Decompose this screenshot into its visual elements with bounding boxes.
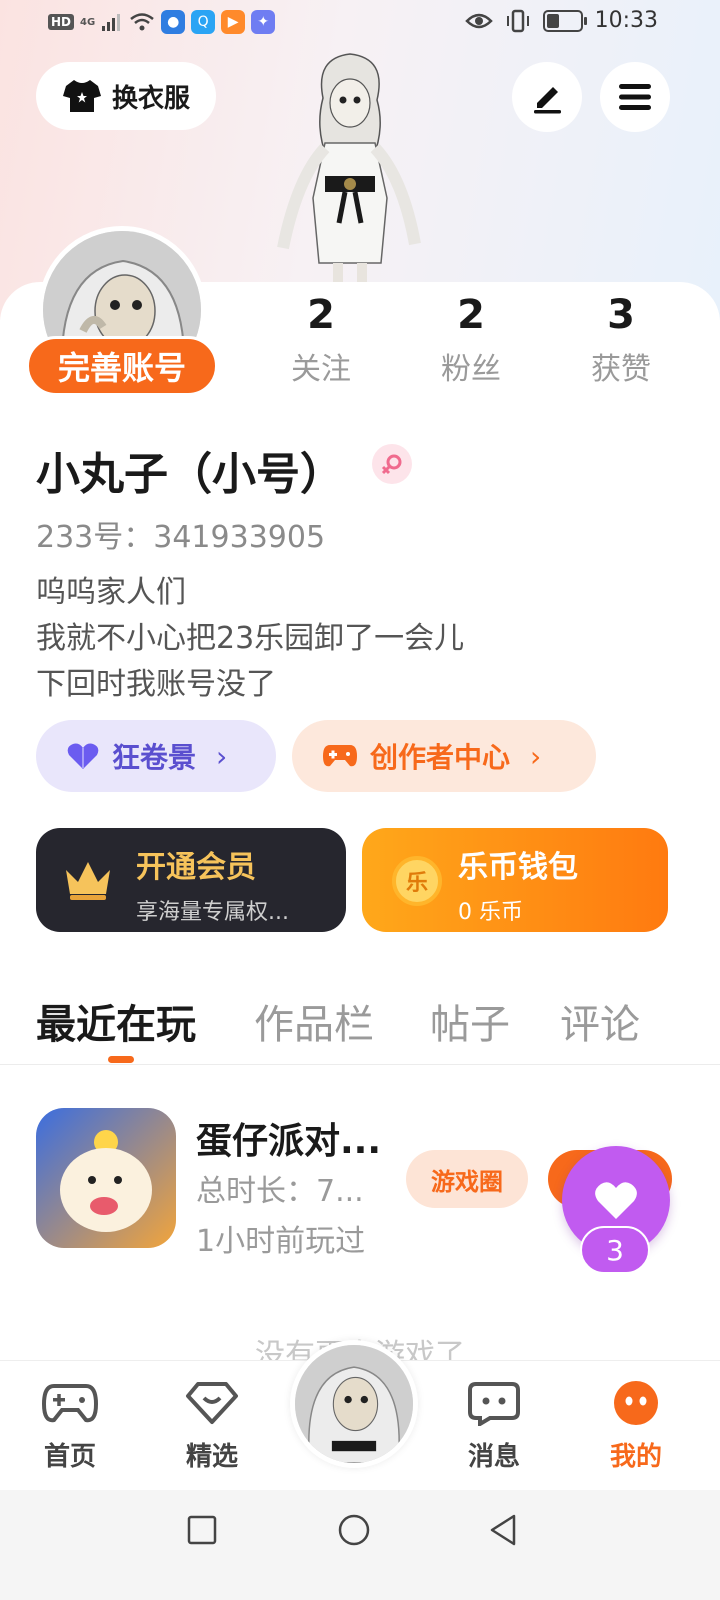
avatar-character-figure [277,53,421,285]
recent-apps-icon[interactable] [186,1514,218,1546]
bio-line: 下回时我账号没了 [36,667,276,702]
tab-indicator [108,1056,134,1063]
video-app-icon: ▶ [221,10,246,34]
change-outfit-button[interactable]: 换衣服 [36,62,216,130]
hd-indicator: HD [48,14,75,30]
signal-icon [102,14,121,31]
heart-badge-icon [67,743,99,769]
avatar-image [295,1345,413,1463]
followers-count: 2 [457,292,485,338]
game-app-icon: ✦ [251,10,276,34]
search-app-icon: Q [191,10,216,34]
home-circle-icon[interactable] [336,1512,372,1548]
badge-chip[interactable]: 狂卷景 › [36,720,276,792]
stat-following[interactable]: 2 关注 [266,292,376,388]
creator-center-label: 创作者中心 [370,741,511,774]
game-last-played: 1小时前玩过 [196,1224,366,1259]
tab-posts[interactable]: 帖子 [430,992,510,1050]
following-count: 2 [307,292,335,338]
heart-icon [595,1182,637,1219]
tab-divider [0,1064,720,1065]
network-type: 4G [80,16,96,28]
stat-likes[interactable]: 3 获赞 [566,292,676,388]
nav-featured[interactable]: 精选 [162,1380,262,1473]
nav-home[interactable]: 首页 [20,1380,120,1473]
vip-card[interactable]: 开通会员 享海量专属权... [36,828,346,932]
badge-chip-label: 狂卷景 [112,741,197,774]
game-app-icon[interactable] [36,1108,176,1248]
browser-app-icon: ● [161,10,186,34]
chevron-right-icon: › [216,739,228,773]
profile-face-icon [614,1381,658,1425]
game-name[interactable]: 蛋仔派对... [196,1112,381,1164]
user-id: 233号：341933905 [36,520,326,555]
eye-icon [464,13,493,28]
following-label: 关注 [291,352,351,387]
tab-works[interactable]: 作品栏 [254,992,374,1050]
nav-messages-label: 消息 [467,1442,520,1472]
nav-home-label: 首页 [43,1442,96,1472]
nav-me-label: 我的 [609,1442,662,1472]
likes-label: 获赞 [591,352,651,387]
system-navigation-bar [0,1490,720,1600]
vip-subtitle: 享海量专属权... [136,900,289,925]
tab-recent-play[interactable]: 最近在玩 [36,992,196,1050]
nav-me[interactable]: 我的 [586,1380,686,1473]
game-circle-button[interactable]: 游戏圈 [406,1150,528,1208]
crown-icon [66,862,110,900]
bio-line: 呜呜家人们 [36,575,186,610]
bio-line: 我就不小心把23乐园卸了一会儿 [36,621,465,656]
edit-profile-button[interactable] [512,62,582,132]
tshirt-icon [62,80,101,112]
game-total-time: 总时长：7... [196,1174,364,1209]
nav-messages[interactable]: 消息 [444,1380,544,1473]
diamond-heart-icon [186,1382,238,1424]
stat-followers[interactable]: 2 粉丝 [416,292,526,388]
nav-avatar-button[interactable] [290,1340,418,1468]
chat-icon [468,1382,520,1428]
nickname: 小丸子（小号） [36,449,344,500]
wallet-balance: 0 乐币 [458,900,523,925]
coin-icon: 乐 [392,856,442,906]
gamepad-nav-icon [41,1384,99,1423]
change-outfit-label: 换衣服 [111,83,190,114]
menu-button[interactable] [600,62,670,132]
pen-icon [534,87,561,114]
chevron-right-icon: › [530,739,542,773]
battery-icon [542,9,587,32]
back-triangle-icon[interactable] [486,1512,520,1548]
female-gender-icon [372,444,412,484]
nav-featured-label: 精选 [185,1442,238,1472]
menu-icon [619,84,651,110]
vibrate-icon [506,9,529,32]
vip-title: 开通会员 [136,850,256,885]
wifi-icon [130,13,154,31]
tab-comments[interactable]: 评论 [560,992,640,1050]
clock-time: 10:33 [594,8,658,33]
wallet-card[interactable]: 乐 乐币钱包 0 乐币 [362,828,668,932]
creator-center-chip[interactable]: 创作者中心 › [292,720,596,792]
wallet-title: 乐币钱包 [458,850,578,885]
profile-bio: 呜呜家人们 我就不小心把23乐园卸了一会儿 下回时我账号没了 [36,570,464,708]
complete-account-button[interactable]: 完善账号 [26,336,218,396]
status-bar: HD 4G ● Q ▶ ✦ 10:33 [0,0,720,48]
gamepad-icon [323,745,357,767]
followers-label: 粉丝 [441,352,501,387]
like-count-badge: 3 [580,1226,650,1274]
likes-count: 3 [607,292,635,338]
